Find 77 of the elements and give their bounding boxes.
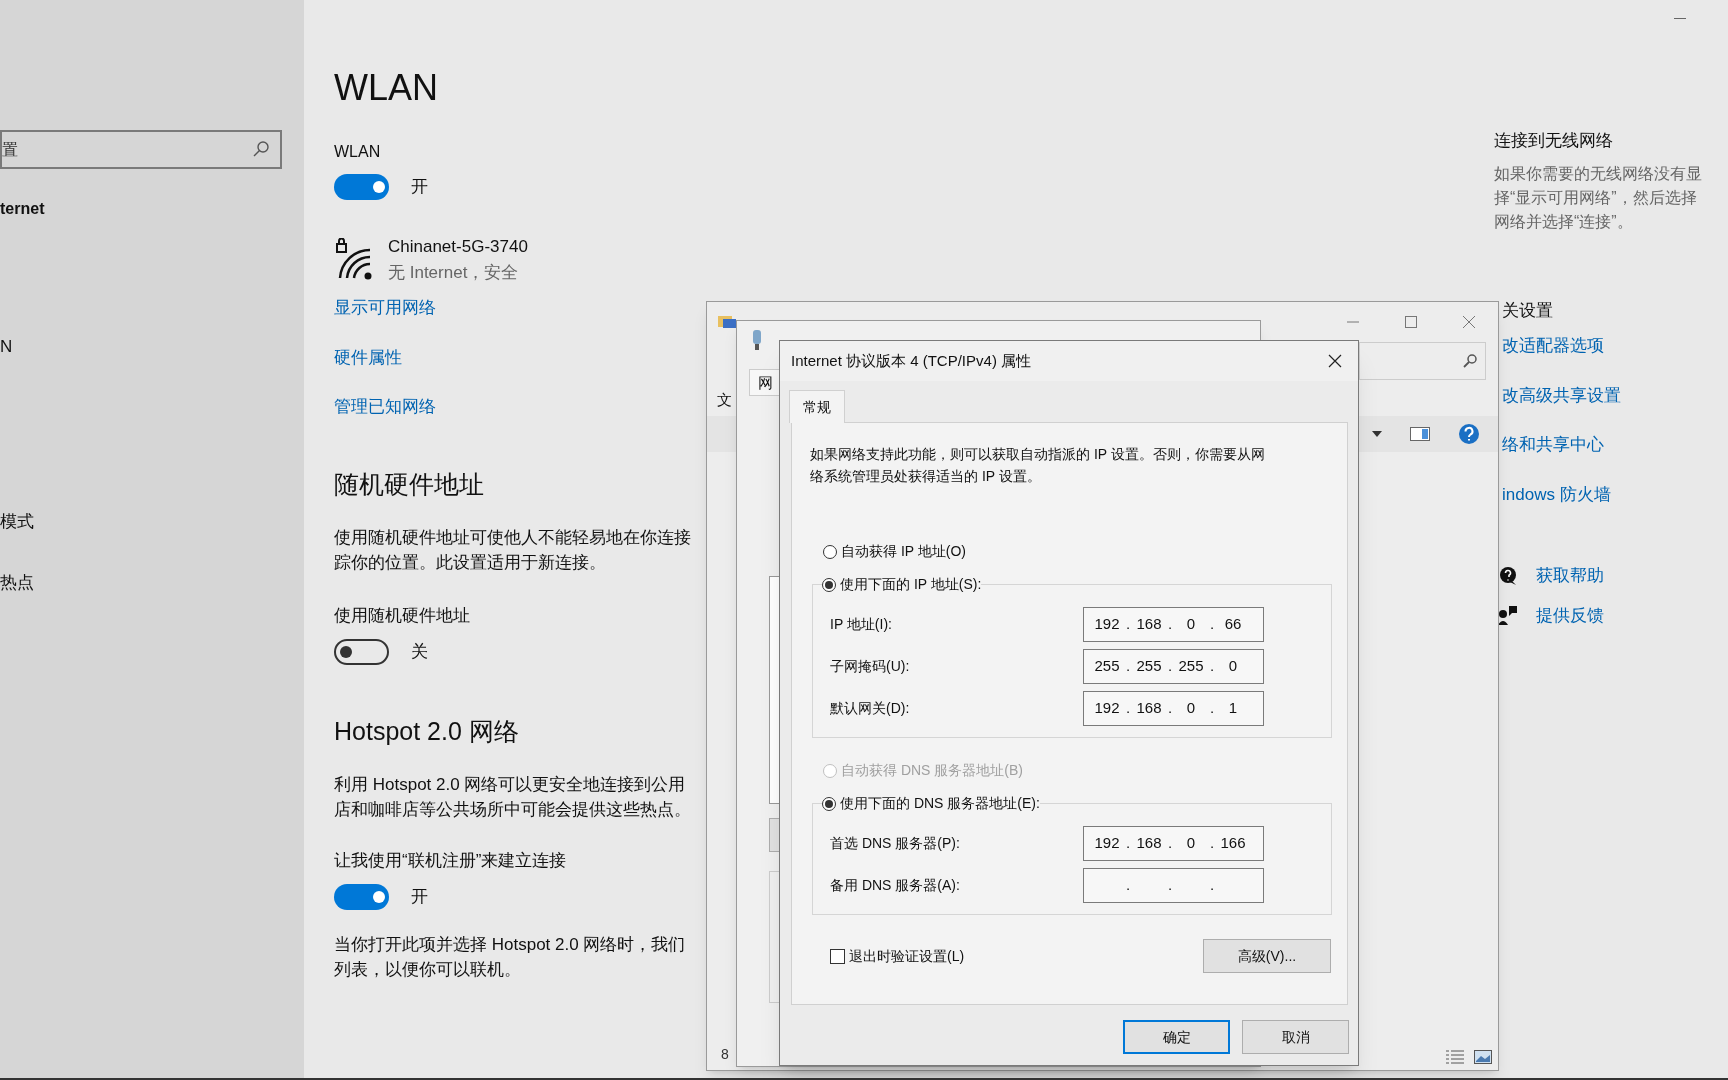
radio-label: 使用下面的 IP 地址(S): bbox=[840, 575, 982, 594]
description-line: 当你打开此项并选择 Hotspot 2.0 网络时，我们 bbox=[334, 933, 686, 956]
description-line: 使用随机硬件地址可使他人不能轻易地在你连接 bbox=[334, 527, 691, 549]
field-label: 首选 DNS 服务器(P): bbox=[830, 833, 961, 853]
sidebar-header: ternet bbox=[0, 199, 46, 219]
radio-label: 使用下面的 DNS 服务器地址(E): bbox=[840, 794, 1040, 813]
radio-button[interactable] bbox=[822, 577, 836, 592]
help-bubble-icon bbox=[1498, 565, 1518, 586]
settings-link[interactable]: 硬件属性 bbox=[334, 344, 402, 370]
description-line: 择“显示可用网络”，然后选择 bbox=[1494, 187, 1698, 208]
tiles-view-icon[interactable] bbox=[1474, 1050, 1492, 1064]
related-link[interactable]: 络和共享中心 bbox=[1502, 432, 1604, 458]
tab[interactable]: 常规 bbox=[789, 390, 845, 423]
page-title: WLAN bbox=[334, 66, 438, 110]
toggle-state: 关 bbox=[411, 640, 428, 663]
status-text: 8 bbox=[721, 1046, 729, 1062]
network-folder-icon bbox=[717, 313, 737, 331]
feedback-people-icon bbox=[1498, 605, 1518, 626]
section-heading: Hotspot 2.0 网络 bbox=[334, 715, 519, 747]
network-name: Chinanet-5G-3740 bbox=[388, 236, 528, 258]
description-text: 如果网络支持此功能，则可以获取自动指派的 IP 设置。否则，你需要从网络系统管理员处获得适当的 IP 设置。 bbox=[810, 445, 1266, 486]
field-label: IP 地址(I): bbox=[830, 614, 893, 634]
radio-label: 自动获得 DNS 服务器地址(B) bbox=[841, 761, 1023, 780]
dialog-title: Internet 协议版本 4 (TCP/IPv4) 属性 bbox=[791, 350, 1032, 371]
search-field[interactable]: 置 bbox=[0, 130, 282, 169]
settings-link[interactable]: 显示可用网络 bbox=[334, 295, 436, 321]
description-line: 列表，以便你可以联机。 bbox=[334, 958, 522, 981]
sidebar-item[interactable]: N bbox=[0, 334, 13, 360]
sidebar-item[interactable]: 模式 bbox=[0, 508, 34, 534]
support-link[interactable]: 获取帮助 bbox=[1536, 563, 1604, 589]
toggle-switch[interactable] bbox=[334, 638, 389, 665]
checkbox[interactable] bbox=[830, 948, 845, 964]
panel-heading: 关设置 bbox=[1502, 299, 1553, 322]
toggle-switch[interactable] bbox=[334, 883, 389, 910]
search-icon bbox=[252, 140, 270, 158]
description-line: 踪你的位置。此设置适用于新连接。 bbox=[334, 552, 607, 574]
ip-address-field[interactable]: . . . bbox=[1083, 867, 1264, 903]
advanced-button[interactable]: 高级(V)... bbox=[1203, 939, 1331, 973]
radio-label: 自动获得 IP 地址(O) bbox=[841, 542, 966, 561]
toggle-switch[interactable] bbox=[334, 174, 389, 200]
sidebar-item[interactable]: 热点 bbox=[0, 570, 34, 596]
network-adapter-icon bbox=[751, 329, 763, 351]
checkbox-label: 退出时验证设置(L) bbox=[849, 946, 965, 966]
radio-button[interactable] bbox=[823, 544, 837, 559]
description-line: 利用 Hotspot 2.0 网络可以更安全地连接到公用 bbox=[334, 774, 687, 796]
menu-item[interactable]: 文 bbox=[717, 391, 732, 408]
field-label: 备用 DNS 服务器(A): bbox=[830, 875, 961, 895]
search-field[interactable] bbox=[1359, 342, 1486, 380]
dropdown-caret-icon[interactable] bbox=[1372, 431, 1382, 437]
description-line: 网络并选择“连接”。 bbox=[1494, 211, 1634, 232]
settings-link[interactable]: 管理已知网络 bbox=[334, 394, 436, 420]
search-icon bbox=[1463, 354, 1477, 368]
ip-address-field[interactable]: 192 . 168 . 0 . 66 bbox=[1083, 606, 1264, 642]
field-label: 默认网关(D): bbox=[830, 698, 911, 718]
description-line: 店和咖啡店等公共场所中可能会提供这些热点。 bbox=[334, 799, 691, 821]
field-label: 子网掩码(U): bbox=[830, 656, 911, 676]
help-icon[interactable] bbox=[1458, 423, 1480, 445]
related-link[interactable]: indows 防火墙 bbox=[1502, 481, 1611, 507]
toggle-label: 让我使用“联机注册”来建立连接 bbox=[334, 850, 567, 872]
panel-heading: 连接到无线网络 bbox=[1494, 130, 1613, 152]
description-line: 如果你需要的无线网络没有显 bbox=[1494, 163, 1702, 184]
ip-address-field[interactable]: 192 . 168 . 0 . 166 bbox=[1083, 825, 1264, 861]
preview-pane-icon[interactable] bbox=[1410, 427, 1430, 441]
ip-address-field[interactable]: 255 . 255 . 255 . 0 bbox=[1083, 648, 1264, 684]
ip-address-field[interactable]: 192 . 168 . 0 . 1 bbox=[1083, 690, 1264, 726]
section-heading: 随机硬件地址 bbox=[334, 468, 484, 500]
toggle-state: 开 bbox=[411, 176, 428, 199]
radio-button[interactable] bbox=[822, 796, 836, 811]
toggle-label: WLAN bbox=[334, 142, 381, 162]
toggle-label: 使用随机硬件地址 bbox=[334, 605, 470, 627]
dialog-button[interactable]: 确定 bbox=[1123, 1020, 1230, 1054]
dialog-button[interactable]: 取消 bbox=[1242, 1020, 1349, 1054]
related-link[interactable]: 改适配器选项 bbox=[1502, 333, 1604, 359]
support-link[interactable]: 提供反馈 bbox=[1536, 602, 1604, 628]
related-link[interactable]: 改高级共享设置 bbox=[1502, 382, 1621, 408]
toggle-state: 开 bbox=[411, 885, 428, 908]
network-status: 无 Internet，安全 bbox=[388, 261, 520, 284]
